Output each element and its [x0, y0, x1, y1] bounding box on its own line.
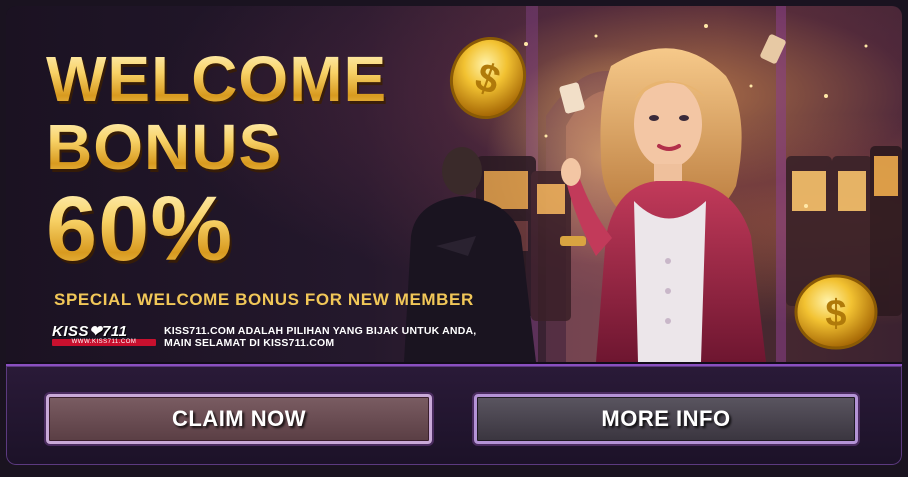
kiss711-logo: KISS❤711 WWW.KISS711.COM	[52, 322, 156, 348]
headline-bonus: BONUS	[46, 111, 283, 183]
svg-text:$: $	[825, 293, 846, 335]
claim-now-button[interactable]: CLAIM NOW	[46, 394, 432, 444]
promo-subtitle: SPECIAL WELCOME BONUS FOR NEW MEMBER	[54, 290, 474, 309]
promo-card: $ $ WELCOME BONUS 60% SPECIAL WELCOME BO…	[6, 6, 902, 465]
headline-welcome: WELCOME	[46, 43, 388, 115]
action-bar: CLAIM NOW MORE INFO	[6, 364, 902, 465]
brand-tagline: KISS711.COM ADALAH PILIHAN YANG BIJAK UN…	[164, 325, 564, 349]
gold-coin-bottom: $	[794, 274, 878, 350]
logo-url-text: WWW.KISS711.COM	[71, 339, 137, 345]
more-info-button[interactable]: MORE INFO	[474, 394, 858, 444]
promo-banner: $ $ WELCOME BONUS 60% SPECIAL WELCOME BO…	[6, 6, 902, 362]
headline-percentage: 60%	[46, 178, 234, 280]
brand-block: KISS❤711 WWW.KISS711.COM KISS711.COM ADA…	[52, 322, 476, 349]
brand-tagline-line1: KISS711.COM ADALAH PILIHAN YANG BIJAK UN…	[164, 325, 477, 337]
brand-tagline-line2: MAIN SELAMAT DI KISS711.COM	[164, 337, 335, 349]
